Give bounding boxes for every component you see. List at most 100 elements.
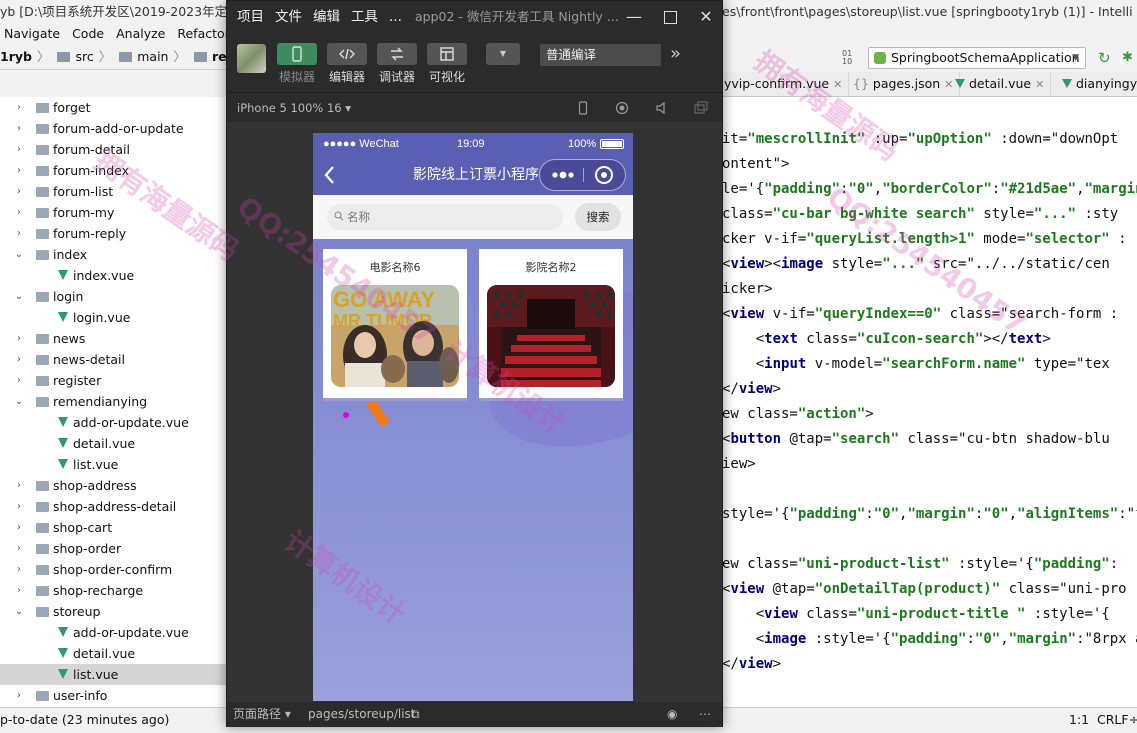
tree-folder[interactable]: › user-info	[0, 685, 230, 706]
chevron-down-icon[interactable]: ⌄	[14, 286, 24, 307]
line-separator[interactable]: CRLF÷	[1097, 708, 1137, 732]
chevron-right-icon[interactable]: ›	[14, 160, 24, 181]
close-miniprogram-icon[interactable]	[595, 166, 613, 184]
tree-folder[interactable]: ⌄ remendianying	[0, 391, 230, 412]
toolbar-debugger[interactable]: 调试器	[375, 43, 419, 84]
tree-folder[interactable]: › shop-order	[0, 538, 230, 559]
tree-file[interactable]: add-or-update.vue	[0, 412, 230, 433]
chevron-right-icon[interactable]: ›	[14, 475, 24, 496]
chevron-down-icon[interactable]: ⌄	[14, 391, 24, 412]
page-path-toggle[interactable]: 页面路径 ▾	[233, 702, 291, 727]
tree-folder[interactable]: › shop-cart	[0, 517, 230, 538]
menu-analyze[interactable]: Analyze	[116, 26, 165, 41]
tree-file[interactable]: add-or-update.vue	[0, 622, 230, 643]
tree-folder[interactable]: › forum-list	[0, 181, 230, 202]
tree-file[interactable]: index.vue	[0, 265, 230, 286]
tree-folder[interactable]: › forum-detail	[0, 139, 230, 160]
menu-more[interactable]: ...	[389, 9, 402, 25]
tree-file[interactable]: detail.vue	[0, 433, 230, 454]
tree-file[interactable]: login.vue	[0, 307, 230, 328]
tab-vip-confirm[interactable]: yvip-confirm.vue ✕	[722, 72, 850, 96]
tree-folder[interactable]: › forum-add-or-update	[0, 118, 230, 139]
chevron-right-icon[interactable]: ›	[14, 538, 24, 559]
more-dots-icon[interactable]	[550, 160, 580, 190]
search-button[interactable]: 搜索	[575, 203, 621, 231]
chevron-right-icon[interactable]: ›	[14, 370, 24, 391]
chevron-right-icon[interactable]: ›	[14, 685, 24, 706]
breadcrumb-src[interactable]: src	[75, 49, 93, 64]
tree-folder[interactable]: › news	[0, 328, 230, 349]
rerun-icon[interactable]: ↻	[1098, 50, 1114, 66]
chevron-right-icon[interactable]: ›	[14, 181, 24, 202]
chevron-down-icon[interactable]: ⌄	[14, 601, 24, 622]
tree-folder[interactable]: › news-detail	[0, 349, 230, 370]
chevron-right-icon[interactable]: ›	[14, 97, 24, 118]
detach-window-icon[interactable]	[694, 101, 708, 115]
tree-folder[interactable]: › shop-address	[0, 475, 230, 496]
tree-folder[interactable]: › forum-index	[0, 160, 230, 181]
tree-folder[interactable]: › shop-order-confirm	[0, 559, 230, 580]
tree-folder[interactable]: ⌄ login	[0, 286, 230, 307]
toolbar-visual[interactable]: 可视化	[425, 43, 469, 84]
back-arrow-icon[interactable]	[323, 164, 337, 186]
chevron-right-icon[interactable]: ›	[14, 139, 24, 160]
tree-folder[interactable]: ⌄ index	[0, 244, 230, 265]
chevron-right-icon[interactable]: ›	[14, 223, 24, 244]
compile-dropdown[interactable]: ▼	[486, 43, 520, 65]
tree-folder[interactable]: › shop-address-detail	[0, 496, 230, 517]
menu-refactor[interactable]: Refactor	[177, 26, 229, 41]
device-select[interactable]: iPhone 5 100% 16 ▾	[237, 94, 351, 122]
toolbar-editor[interactable]: 编辑器	[325, 43, 369, 84]
tab-pages-json[interactable]: {} pages.json ✕	[847, 72, 961, 96]
close-icon[interactable]: ✕	[833, 78, 842, 91]
search-input[interactable]: 名称	[327, 204, 563, 230]
menu-tools[interactable]: 工具	[351, 9, 378, 25]
tree-file[interactable]: list.vue	[0, 454, 230, 475]
tree-file[interactable]: detail.vue	[0, 643, 230, 664]
debug-icon[interactable]: ✱	[1122, 50, 1136, 66]
volume-icon[interactable]	[655, 101, 669, 115]
home-button-icon[interactable]	[615, 101, 629, 115]
minimize-icon[interactable]: —	[616, 1, 652, 33]
tree-folder[interactable]: › forget	[0, 97, 230, 118]
phone-icon[interactable]	[576, 101, 590, 115]
tree-folder[interactable]: › forum-reply	[0, 223, 230, 244]
toolbar-simulator[interactable]: 模拟器	[275, 43, 319, 84]
avatar[interactable]	[237, 44, 266, 73]
chevron-down-icon[interactable]: ⌄	[14, 244, 24, 265]
menu-navigate[interactable]: Navigate	[4, 26, 60, 41]
chevron-right-icon[interactable]: ›	[14, 517, 24, 538]
cursor-position[interactable]: 1:1	[1069, 708, 1089, 732]
chevron-right-icon[interactable]: ›	[14, 559, 24, 580]
tree-folder[interactable]: › forum-my	[0, 202, 230, 223]
more-icon[interactable]: ⋯	[699, 702, 711, 727]
close-icon[interactable]: ✕	[1035, 78, 1044, 91]
eye-icon[interactable]: ◉	[667, 702, 677, 727]
code-editor[interactable]: it="mescrollInit" :up="upOption" :down="…	[722, 97, 1137, 707]
tree-folder[interactable]: › shop-recharge	[0, 580, 230, 601]
chevron-right-icon[interactable]: ›	[14, 202, 24, 223]
run-config-select[interactable]: SpringbootSchemaApplication ▼	[868, 47, 1086, 69]
menu-project[interactable]: 项目	[237, 9, 264, 25]
chevron-right-icon[interactable]: ›	[14, 349, 24, 370]
copy-icon[interactable]: ⧉	[411, 702, 420, 727]
breadcrumb-root[interactable]: 1ryb	[0, 49, 32, 64]
tab-dianyingyu[interactable]: dianyingyu	[1056, 72, 1137, 96]
chevron-right-icon[interactable]: ›	[14, 580, 24, 601]
maximize-icon[interactable]	[652, 1, 688, 33]
menu-edit[interactable]: 编辑	[313, 9, 340, 25]
product-card[interactable]: 影院名称2	[479, 249, 623, 401]
tab-detail-vue[interactable]: detail.vue ✕	[949, 72, 1052, 96]
chevron-right-icon[interactable]: ›	[14, 118, 24, 139]
sort-icon[interactable]: 01 10	[842, 50, 862, 66]
tree-file[interactable]: list.vue	[0, 664, 230, 685]
menu-file[interactable]: 文件	[275, 9, 302, 25]
tree-folder[interactable]: › register	[0, 370, 230, 391]
breadcrumb-main[interactable]: main	[137, 49, 168, 64]
chevron-right-icon[interactable]: ›	[14, 496, 24, 517]
close-window-icon[interactable]: ✕	[688, 1, 724, 33]
double-chevron-right-icon[interactable]: »	[670, 43, 681, 65]
product-card[interactable]: 电影名称6 GO AWAY MR.TUMOR	[323, 249, 467, 401]
chevron-right-icon[interactable]: ›	[14, 328, 24, 349]
tree-folder[interactable]: ⌄ storeup	[0, 601, 230, 622]
